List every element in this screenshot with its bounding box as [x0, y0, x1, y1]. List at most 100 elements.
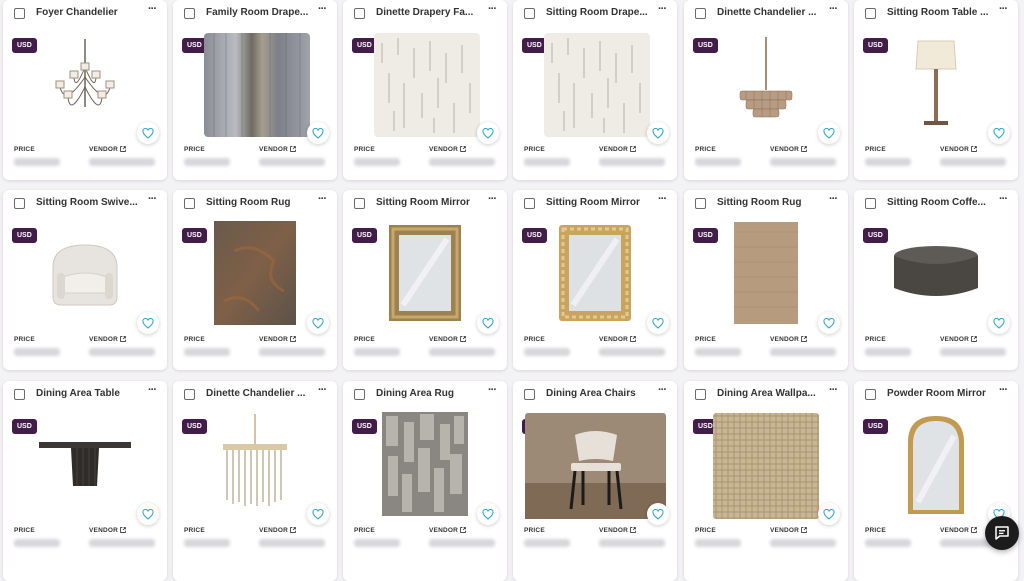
product-card[interactable]: Dinette Chandelier ... ··· USD PRICE VEN…: [173, 381, 337, 581]
more-options-icon[interactable]: ···: [826, 4, 840, 18]
vendor-label: VENDOR: [259, 146, 296, 153]
select-checkbox[interactable]: [695, 389, 706, 400]
external-link-icon: [120, 527, 126, 533]
favorite-heart-icon[interactable]: [137, 122, 159, 144]
more-options-icon[interactable]: ···: [996, 4, 1010, 18]
coffee-table-image[interactable]: [882, 220, 990, 326]
more-options-icon[interactable]: ···: [145, 194, 159, 208]
more-options-icon[interactable]: ···: [826, 194, 840, 208]
mirror-image[interactable]: [541, 220, 649, 326]
mirror-image[interactable]: [371, 220, 479, 326]
favorite-heart-icon[interactable]: [647, 312, 669, 334]
dining-chair-image[interactable]: [525, 413, 666, 519]
product-card[interactable]: Sitting Room Swive... ··· USD PRICE VEND…: [3, 190, 167, 370]
more-options-icon[interactable]: ···: [485, 385, 499, 399]
drapery-fabric-image[interactable]: [373, 32, 481, 138]
more-options-icon[interactable]: ···: [315, 194, 329, 208]
product-card[interactable]: Dining Area Rug ··· USD PRICE VENDOR: [343, 381, 507, 581]
more-options-icon[interactable]: ···: [655, 385, 669, 399]
favorite-heart-icon[interactable]: [137, 503, 159, 525]
external-link-icon: [971, 146, 977, 152]
favorite-heart-icon[interactable]: [647, 503, 669, 525]
favorite-heart-icon[interactable]: [477, 122, 499, 144]
vendor-label: VENDOR: [259, 336, 296, 343]
product-card[interactable]: Dining Area Table ··· USD PRICE VENDOR: [3, 381, 167, 581]
chat-support-button[interactable]: [985, 516, 1019, 550]
more-options-icon[interactable]: ···: [485, 194, 499, 208]
more-options-icon[interactable]: ···: [145, 385, 159, 399]
product-card[interactable]: Sitting Room Rug ··· USD PRICE VENDOR: [684, 190, 848, 370]
product-card[interactable]: Foyer Chandelier ··· USD PRICE VENDOR: [3, 0, 167, 180]
select-checkbox[interactable]: [14, 8, 25, 19]
more-options-icon[interactable]: ···: [315, 385, 329, 399]
select-checkbox[interactable]: [184, 389, 195, 400]
select-checkbox[interactable]: [184, 8, 195, 19]
rug-image[interactable]: [201, 220, 309, 326]
product-card[interactable]: Sitting Room Drape... ··· USD PRICE VEND…: [513, 0, 677, 180]
rug-image[interactable]: [712, 220, 820, 326]
select-checkbox[interactable]: [184, 198, 195, 209]
favorite-heart-icon[interactable]: [307, 122, 329, 144]
product-card[interactable]: Sitting Room Mirror ··· USD PRICE VENDOR: [513, 190, 677, 370]
favorite-heart-icon[interactable]: [988, 122, 1010, 144]
select-checkbox[interactable]: [865, 198, 876, 209]
select-checkbox[interactable]: [695, 8, 706, 19]
favorite-heart-icon[interactable]: [307, 503, 329, 525]
select-checkbox[interactable]: [865, 389, 876, 400]
select-checkbox[interactable]: [14, 198, 25, 209]
favorite-heart-icon[interactable]: [477, 312, 499, 334]
product-card[interactable]: Family Room Drape... ··· USD PRICE VENDO…: [173, 0, 337, 180]
favorite-heart-icon[interactable]: [818, 312, 840, 334]
select-checkbox[interactable]: [354, 8, 365, 19]
card-header: Dining Area Chairs ···: [513, 381, 677, 407]
drapery-fabric-image[interactable]: [203, 32, 311, 138]
favorite-heart-icon[interactable]: [647, 122, 669, 144]
drapery-fabric-image[interactable]: [543, 32, 651, 138]
card-header: Sitting Room Swive... ···: [3, 190, 167, 216]
favorite-heart-icon[interactable]: [988, 312, 1010, 334]
vendor-value-redacted: [89, 158, 155, 166]
swivel-chair-image[interactable]: [31, 220, 139, 326]
rug-image[interactable]: [371, 411, 479, 517]
dining-table-image[interactable]: [31, 411, 139, 517]
arched-mirror-image[interactable]: [882, 411, 990, 517]
more-options-icon[interactable]: ···: [826, 385, 840, 399]
table-lamp-image[interactable]: [882, 30, 990, 136]
product-card[interactable]: Dinette Chandelier ... ··· USD PRICE VEN…: [684, 0, 848, 180]
price-value-redacted: [184, 539, 230, 547]
product-card[interactable]: Dining Area Chairs ··· USD PRICE VENDOR: [513, 381, 677, 581]
select-checkbox[interactable]: [14, 389, 25, 400]
drum-chandelier-image[interactable]: [201, 411, 309, 517]
select-checkbox[interactable]: [354, 389, 365, 400]
product-card[interactable]: Sitting Room Table ... ··· USD PRICE VEN…: [854, 0, 1018, 180]
chandelier-image[interactable]: [31, 30, 139, 136]
price-label: PRICE: [524, 527, 545, 534]
select-checkbox[interactable]: [695, 198, 706, 209]
more-options-icon[interactable]: ···: [996, 194, 1010, 208]
favorite-heart-icon[interactable]: [307, 312, 329, 334]
favorite-heart-icon[interactable]: [137, 312, 159, 334]
favorite-heart-icon[interactable]: [818, 122, 840, 144]
select-checkbox[interactable]: [524, 8, 535, 19]
more-options-icon[interactable]: ···: [315, 4, 329, 18]
select-checkbox[interactable]: [865, 8, 876, 19]
product-card[interactable]: Powder Room Mirror ··· USD PRICE VENDOR: [854, 381, 1018, 581]
more-options-icon[interactable]: ···: [485, 4, 499, 18]
more-options-icon[interactable]: ···: [655, 4, 669, 18]
wallpaper-image[interactable]: [712, 413, 820, 519]
product-card[interactable]: Sitting Room Rug ··· USD PRICE VENDOR: [173, 190, 337, 370]
select-checkbox[interactable]: [354, 198, 365, 209]
more-options-icon[interactable]: ···: [996, 385, 1010, 399]
product-card[interactable]: Dinette Drapery Fa... ··· USD PRICE VEND…: [343, 0, 507, 180]
tiered-chandelier-image[interactable]: [712, 30, 820, 136]
product-card[interactable]: Sitting Room Coffe... ··· USD PRICE VEND…: [854, 190, 1018, 370]
more-options-icon[interactable]: ···: [145, 4, 159, 18]
select-checkbox[interactable]: [524, 389, 535, 400]
product-card[interactable]: Dining Area Wallpa... ··· USD PRICE VEND…: [684, 381, 848, 581]
favorite-heart-icon[interactable]: [818, 503, 840, 525]
product-card[interactable]: Sitting Room Mirror ··· USD PRICE VENDOR: [343, 190, 507, 370]
card-header: Dining Area Wallpa... ···: [684, 381, 848, 407]
select-checkbox[interactable]: [524, 198, 535, 209]
more-options-icon[interactable]: ···: [655, 194, 669, 208]
favorite-heart-icon[interactable]: [477, 503, 499, 525]
